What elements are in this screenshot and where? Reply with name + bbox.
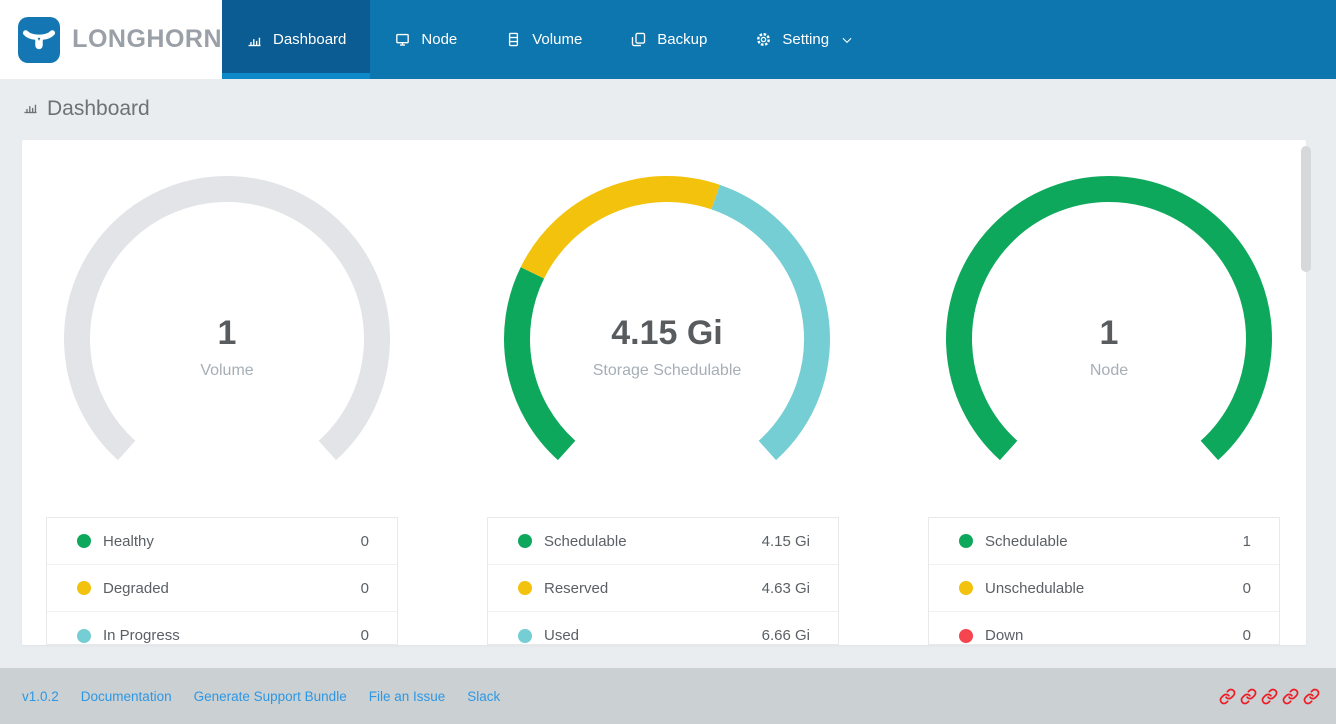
- legend-row-degraded[interactable]: Degraded 0: [47, 565, 397, 612]
- healthy-dot: [77, 534, 91, 548]
- legend-row-unschedulable[interactable]: Unschedulable 0: [929, 565, 1279, 612]
- brand-text: LONGHORN: [72, 25, 222, 54]
- nav-tab-label: Volume: [532, 31, 582, 48]
- documentation-link[interactable]: Documentation: [81, 689, 172, 704]
- file-an-issue-link[interactable]: File an Issue: [369, 689, 446, 704]
- schedulable-dot: [959, 534, 973, 548]
- logo[interactable]: LONGHORN: [0, 0, 222, 79]
- slack-link[interactable]: Slack: [467, 689, 500, 704]
- legend-value: 0: [361, 580, 369, 597]
- nav-tab-node[interactable]: Node: [370, 0, 481, 79]
- storage-stack-icon: [505, 31, 522, 48]
- volume-legend: Healthy 0 Degraded 0 In Progress 0: [46, 517, 398, 645]
- nav-tab-dashboard[interactable]: Dashboard: [222, 0, 370, 79]
- nav-tab-volume[interactable]: Volume: [481, 0, 606, 79]
- legend-label: Schedulable: [544, 533, 627, 550]
- link-icon[interactable]: [1282, 688, 1299, 705]
- schedulable-dot: [518, 534, 532, 548]
- page-header: Dashboard: [22, 97, 150, 121]
- legend-label: Healthy: [103, 533, 154, 550]
- legend-label: Schedulable: [985, 533, 1068, 550]
- degraded-dot: [77, 581, 91, 595]
- footer: v1.0.2 Documentation Generate Support Bu…: [0, 668, 1336, 724]
- top-navbar: LONGHORN Dashboard Node: [0, 0, 1336, 79]
- used-dot: [518, 629, 532, 643]
- nav-tab-label: Node: [421, 31, 457, 48]
- bar-chart-icon: [246, 31, 263, 48]
- legend-label: In Progress: [103, 627, 180, 644]
- legend-value: 0: [1243, 580, 1251, 597]
- link-icon[interactable]: [1261, 688, 1278, 705]
- node-count: 1: [969, 314, 1249, 353]
- legend-value: 1: [1243, 533, 1251, 550]
- in-progress-dot: [77, 629, 91, 643]
- legend-value: 4.63 Gi: [762, 580, 810, 597]
- longhorn-bull-icon: [18, 17, 60, 63]
- legend-row-reserved[interactable]: Reserved 4.63 Gi: [488, 565, 838, 612]
- chevron-down-icon: [840, 33, 854, 47]
- link-icon[interactable]: [1219, 688, 1236, 705]
- storage-legend: Schedulable 4.15 Gi Reserved 4.63 Gi Use…: [487, 517, 839, 645]
- volume-gauge-label: Volume: [87, 362, 367, 380]
- nav-tab-label: Setting: [782, 31, 829, 48]
- dashboard-card: 1 Volume 4.15 Gi Storage Schedulable 1 N…: [22, 140, 1306, 645]
- storage-gauge: 4.15 Gi Storage Schedulable: [502, 174, 832, 504]
- scrollbar-thumb[interactable]: [1301, 146, 1311, 272]
- legend-row-schedulable[interactable]: Schedulable 4.15 Gi: [488, 518, 838, 565]
- version-label: v1.0.2: [22, 689, 59, 704]
- legend-value: 0: [361, 533, 369, 550]
- legend-row-in-progress[interactable]: In Progress 0: [47, 612, 397, 645]
- legend-label: Down: [985, 627, 1023, 644]
- gear-icon: [755, 31, 772, 48]
- legend-label: Used: [544, 627, 579, 644]
- storage-gauge-label: Storage Schedulable: [527, 362, 807, 380]
- legend-row-down[interactable]: Down 0: [929, 612, 1279, 645]
- page-title: Dashboard: [47, 97, 150, 121]
- legend-value: 4.15 Gi: [762, 533, 810, 550]
- nav-tab-backup[interactable]: Backup: [606, 0, 731, 79]
- link-icon[interactable]: [1303, 688, 1320, 705]
- legend-row-used[interactable]: Used 6.66 Gi: [488, 612, 838, 645]
- nav-tab-label: Dashboard: [273, 31, 346, 48]
- nav-tab-label: Backup: [657, 31, 707, 48]
- legend-label: Unschedulable: [985, 580, 1084, 597]
- copy-backup-icon: [630, 31, 647, 48]
- footer-social-links: [1219, 688, 1320, 705]
- legend-value: 0: [1243, 627, 1251, 644]
- monitor-icon: [394, 31, 411, 48]
- legend-label: Degraded: [103, 580, 169, 597]
- volume-gauge: 1 Volume: [62, 174, 392, 504]
- nav-menu: Dashboard Node Volume: [222, 0, 878, 79]
- storage-schedulable-value: 4.15 Gi: [527, 314, 807, 353]
- nav-tab-setting[interactable]: Setting: [731, 0, 878, 79]
- node-gauge-label: Node: [969, 362, 1249, 380]
- volume-count: 1: [87, 314, 367, 353]
- node-gauge: 1 Node: [944, 174, 1274, 504]
- legend-label: Reserved: [544, 580, 608, 597]
- legend-row-node-schedulable[interactable]: Schedulable 1: [929, 518, 1279, 565]
- link-icon[interactable]: [1240, 688, 1257, 705]
- generate-support-bundle-link[interactable]: Generate Support Bundle: [194, 689, 347, 704]
- down-dot: [959, 629, 973, 643]
- reserved-dot: [518, 581, 532, 595]
- legend-value: 0: [361, 627, 369, 644]
- legend-value: 6.66 Gi: [762, 627, 810, 644]
- footer-links: v1.0.2 Documentation Generate Support Bu…: [22, 689, 500, 704]
- legend-row-healthy[interactable]: Healthy 0: [47, 518, 397, 565]
- bar-chart-icon: [22, 98, 39, 120]
- unschedulable-dot: [959, 581, 973, 595]
- node-legend: Schedulable 1 Unschedulable 0 Down 0: [928, 517, 1280, 645]
